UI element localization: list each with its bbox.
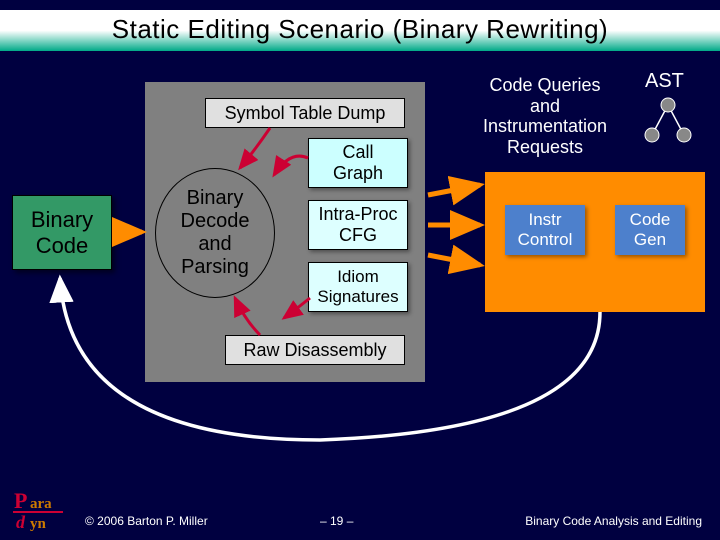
paradyn-logo: P ara d yn (8, 488, 80, 534)
footer-right-text: Binary Code Analysis and Editing (525, 514, 702, 528)
code-gen-box: CodeGen (615, 205, 685, 255)
idiom-signatures-box: IdiomSignatures (308, 262, 408, 312)
intra-proc-cfg-box: Intra-ProcCFG (308, 200, 408, 250)
ast-tree-icon (638, 95, 698, 155)
symbol-table-dump-box: Symbol Table Dump (205, 98, 405, 128)
instr-control-box: InstrControl (505, 205, 585, 255)
svg-text:yn: yn (30, 516, 47, 532)
call-graph-box: CallGraph (308, 138, 408, 188)
copyright-text: © 2006 Barton P. Miller (85, 514, 208, 528)
slide-title: Static Editing Scenario (Binary Rewritin… (0, 10, 720, 51)
binary-code-box: BinaryCode (12, 195, 112, 270)
svg-text:d: d (16, 512, 26, 532)
code-queries-label: Code QueriesandInstrumentationRequests (470, 75, 620, 158)
binary-decode-parsing-box: BinaryDecodeandParsing (155, 168, 275, 298)
svg-text:ara: ara (30, 496, 52, 512)
raw-disassembly-box: Raw Disassembly (225, 335, 405, 365)
ast-label: AST (645, 70, 684, 93)
svg-text:P: P (14, 488, 27, 513)
page-number: – 19 – (320, 514, 353, 528)
